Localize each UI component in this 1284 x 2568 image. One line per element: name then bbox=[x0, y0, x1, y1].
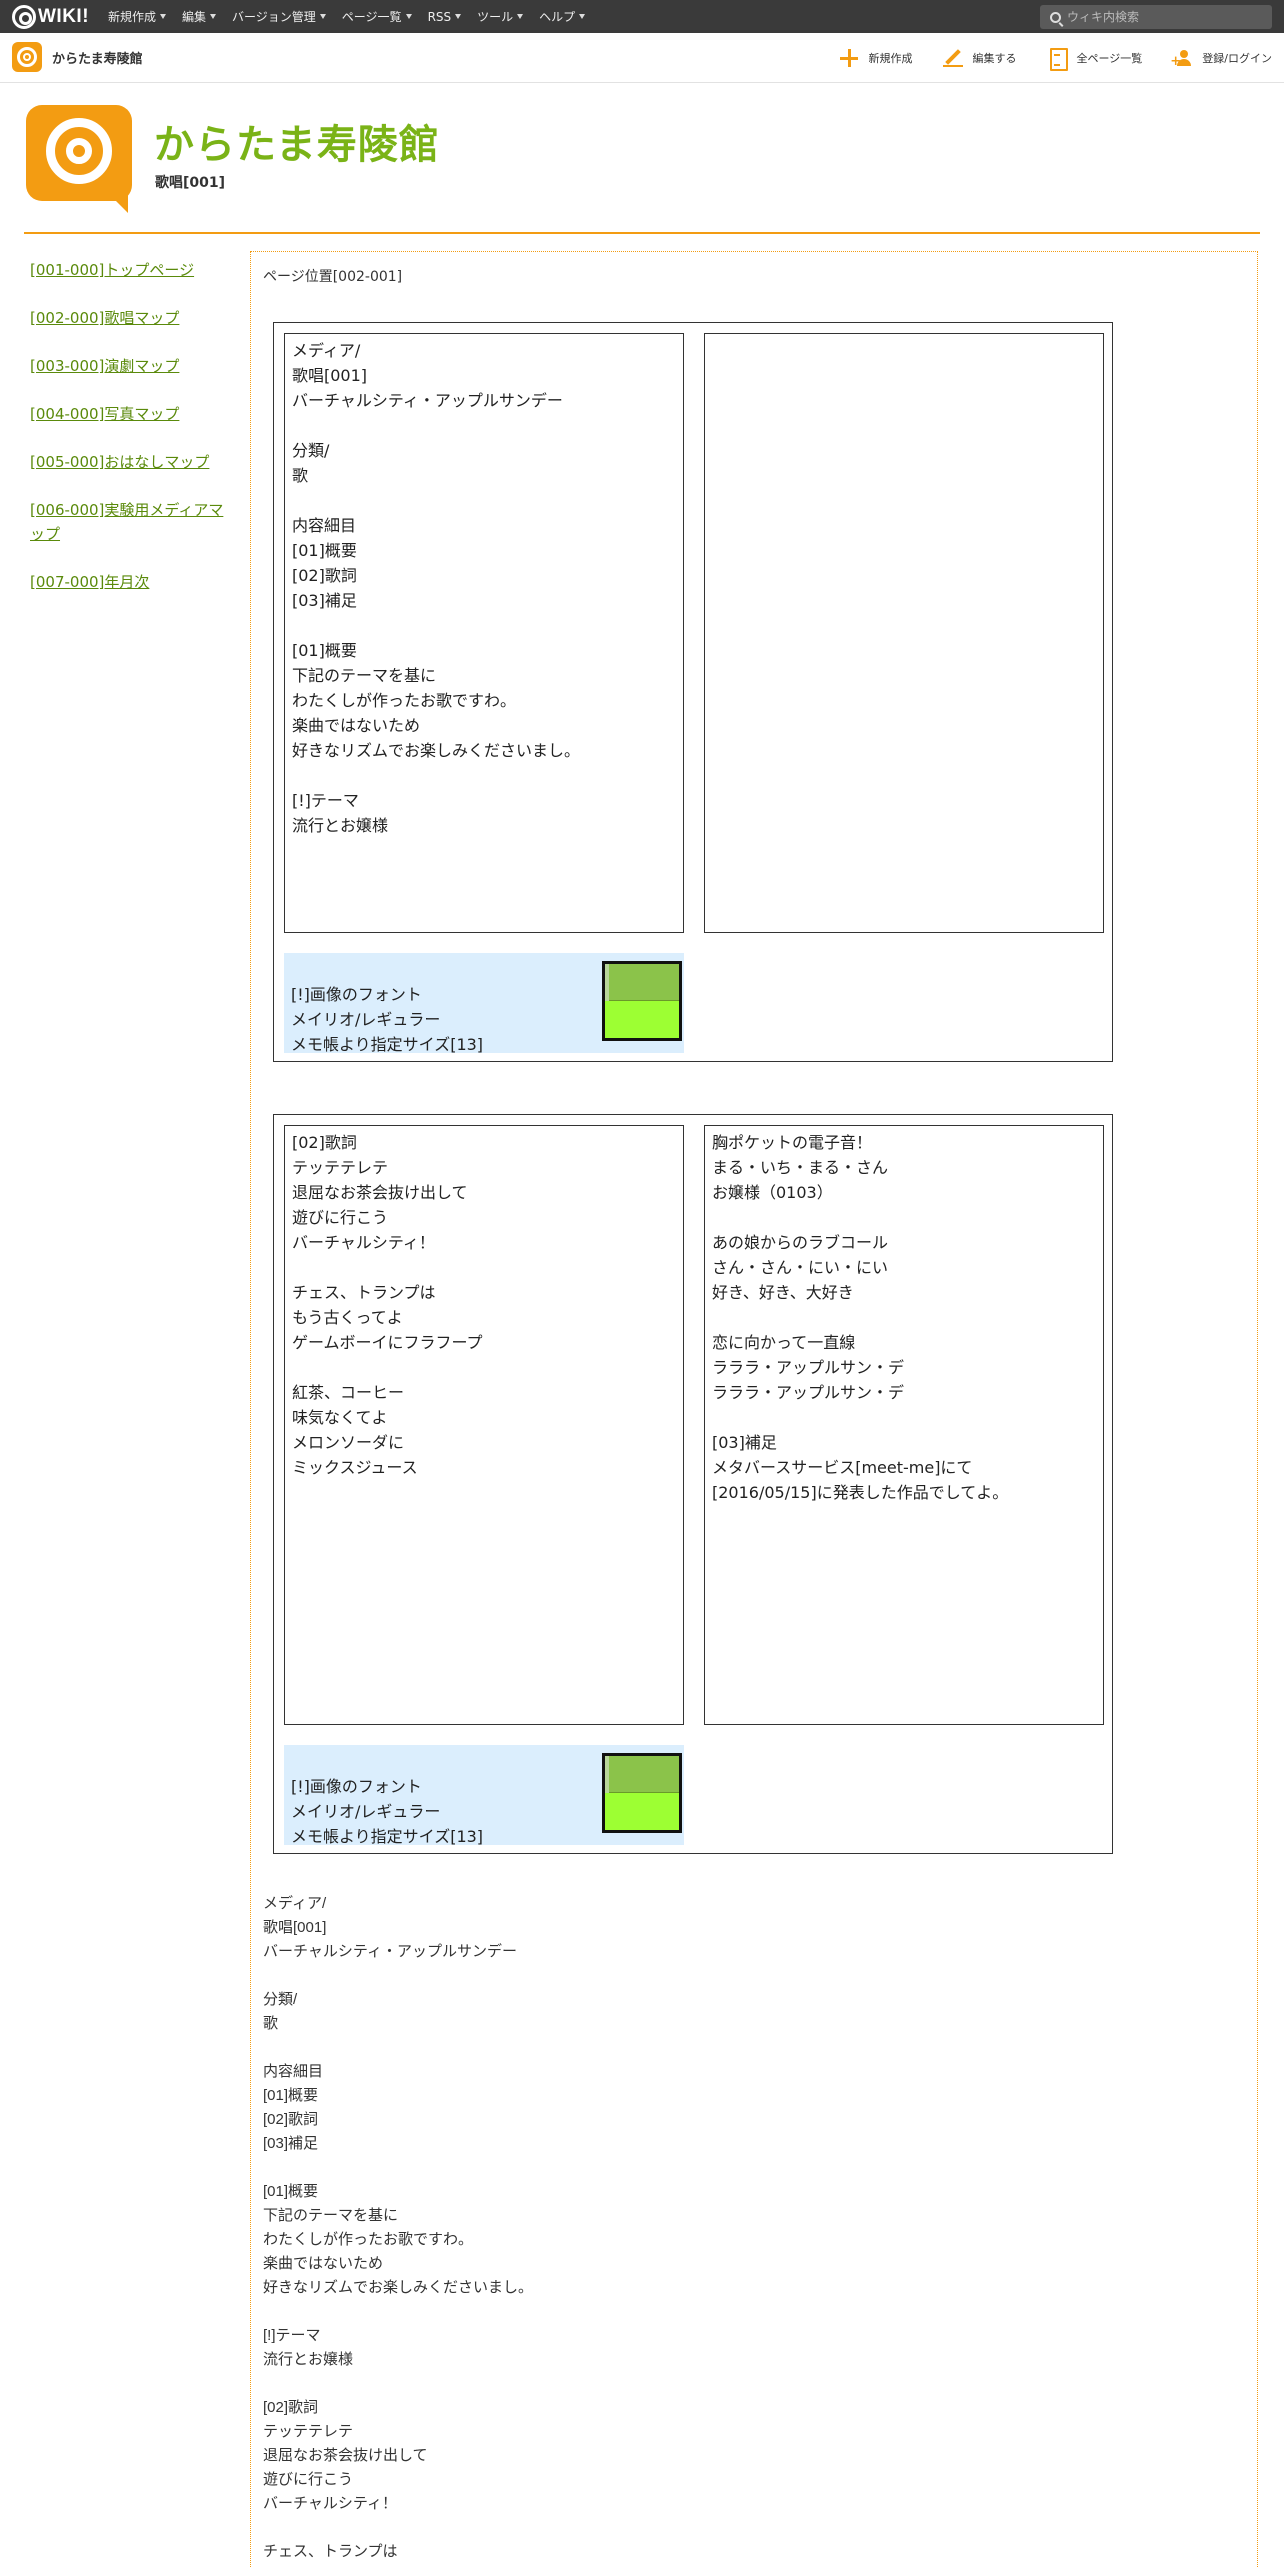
atwiki-logo[interactable]: WIKI! bbox=[12, 4, 89, 29]
page-body-text: メディア/ 歌唱[001] バーチャルシティ・アップルサンデー 分類/ 歌 内容… bbox=[263, 1895, 534, 2560]
caret-down-icon bbox=[405, 14, 412, 19]
breadcrumb: ページ位置[002-001] bbox=[263, 269, 403, 285]
top-navigation-bar: WIKI! 新規作成 編集 バージョン管理 ページ一覧 RSS ツール ヘルプ bbox=[0, 0, 1284, 33]
font-note: [!]画像のフォント メイリオ/レギュラー メモ帳より指定サイズ[13] bbox=[284, 953, 684, 1054]
menu-page-list[interactable]: ページ一覧 bbox=[342, 8, 412, 25]
sidebar-item-photo-map[interactable]: [004-000]写真マップ bbox=[30, 402, 230, 426]
color-swatch bbox=[602, 961, 682, 1041]
main-content: ページ位置[002-001] メディア/ 歌唱[001] バーチャルシティ・アッ… bbox=[250, 251, 1258, 2568]
site-badge[interactable]: からたま寿陵館 bbox=[12, 42, 143, 72]
menu-help[interactable]: ヘルプ bbox=[539, 8, 586, 25]
site-logo-icon bbox=[12, 42, 42, 72]
caret-down-icon bbox=[517, 14, 524, 19]
search-icon[interactable] bbox=[1050, 11, 1061, 23]
top-menu: 新規作成 編集 バージョン管理 ページ一覧 RSS ツール ヘルプ bbox=[108, 0, 586, 33]
sidebar-item-experimental-map[interactable]: [006-000]実験用メディアマップ bbox=[30, 498, 230, 546]
content-panel-2: [02]歌詞 テッテテレテ 退屈なお茶会抜け出して 遊びに行こう バーチャルシテ… bbox=[273, 1114, 1113, 1854]
font-note-text: [!]画像のフォント メイリオ/レギュラー メモ帳より指定サイズ[13] bbox=[291, 985, 484, 1054]
plus-icon bbox=[839, 48, 859, 68]
login-button[interactable]: + 登録/ログイン bbox=[1170, 48, 1272, 68]
all-pages-button[interactable]: 全ページ一覧 bbox=[1047, 48, 1142, 71]
caret-down-icon bbox=[579, 14, 586, 19]
at-sign-icon bbox=[12, 4, 36, 29]
search-input[interactable] bbox=[1067, 10, 1257, 24]
caret-down-icon bbox=[319, 14, 326, 19]
site-title[interactable]: からたま寿陵館 bbox=[154, 112, 440, 170]
sidebar-item-story-map[interactable]: [005-000]おはなしマップ bbox=[30, 450, 230, 474]
menu-edit[interactable]: 編集 bbox=[182, 8, 217, 25]
menu-rss[interactable]: RSS bbox=[428, 10, 462, 24]
sidebar-item-yearmonth[interactable]: [007-000]年月次 bbox=[30, 570, 230, 594]
menu-new[interactable]: 新規作成 bbox=[108, 8, 167, 25]
content-panel-1: メディア/ 歌唱[001] バーチャルシティ・アップルサンデー 分類/ 歌 内容… bbox=[273, 322, 1113, 1062]
font-note: [!]画像のフォント メイリオ/レギュラー メモ帳より指定サイズ[13] bbox=[284, 1745, 684, 1846]
sidebar-item-top[interactable]: [001-000]トップページ bbox=[30, 258, 230, 282]
document-icon bbox=[1047, 48, 1068, 71]
page-actions: 新規作成 編集する 全ページ一覧 + 登録/ログイン bbox=[839, 33, 1272, 83]
site-name: からたま寿陵館 bbox=[52, 51, 143, 67]
add-user-icon: + bbox=[1170, 48, 1192, 68]
font-note-text: [!]画像のフォント メイリオ/レギュラー メモ帳より指定サイズ[13] bbox=[291, 1777, 484, 1846]
panel2-left-text: [02]歌詞 テッテテレテ 退屈なお茶会抜け出して 遊びに行こう バーチャルシテ… bbox=[284, 1125, 684, 1725]
sidebar-item-song-map[interactable]: [002-000]歌唱マップ bbox=[30, 306, 230, 330]
site-toolbar: からたま寿陵館 新規作成 編集する 全ページ一覧 + 登録/ログイン bbox=[0, 33, 1284, 83]
color-swatch bbox=[602, 1753, 682, 1833]
new-page-button[interactable]: 新規作成 bbox=[839, 48, 913, 68]
header-divider bbox=[24, 232, 1260, 234]
page-title: 歌唱[001] bbox=[155, 175, 226, 191]
sidebar-item-drama-map[interactable]: [003-000]演劇マップ bbox=[30, 354, 230, 378]
panel1-left-text: メディア/ 歌唱[001] バーチャルシティ・アップルサンデー 分類/ 歌 内容… bbox=[284, 333, 684, 933]
caret-down-icon bbox=[210, 14, 217, 19]
pencil-icon bbox=[942, 48, 963, 68]
site-logo[interactable] bbox=[26, 105, 132, 213]
caret-down-icon bbox=[455, 14, 462, 19]
caret-down-icon bbox=[160, 14, 167, 19]
panel2-right-text: 胸ポケットの電子音！ まる・いち・まる・さん お嬢様（0103） あの娘からのラ… bbox=[704, 1125, 1104, 1725]
menu-version[interactable]: バージョン管理 bbox=[232, 8, 326, 25]
atwiki-brand-text: WIKI! bbox=[38, 5, 90, 27]
menu-tools[interactable]: ツール bbox=[477, 8, 524, 25]
wiki-search bbox=[1040, 5, 1272, 29]
sidebar-menu: [001-000]トップページ [002-000]歌唱マップ [003-000]… bbox=[30, 258, 230, 618]
panel1-right-text bbox=[704, 333, 1104, 933]
edit-page-button[interactable]: 編集する bbox=[942, 48, 1017, 68]
